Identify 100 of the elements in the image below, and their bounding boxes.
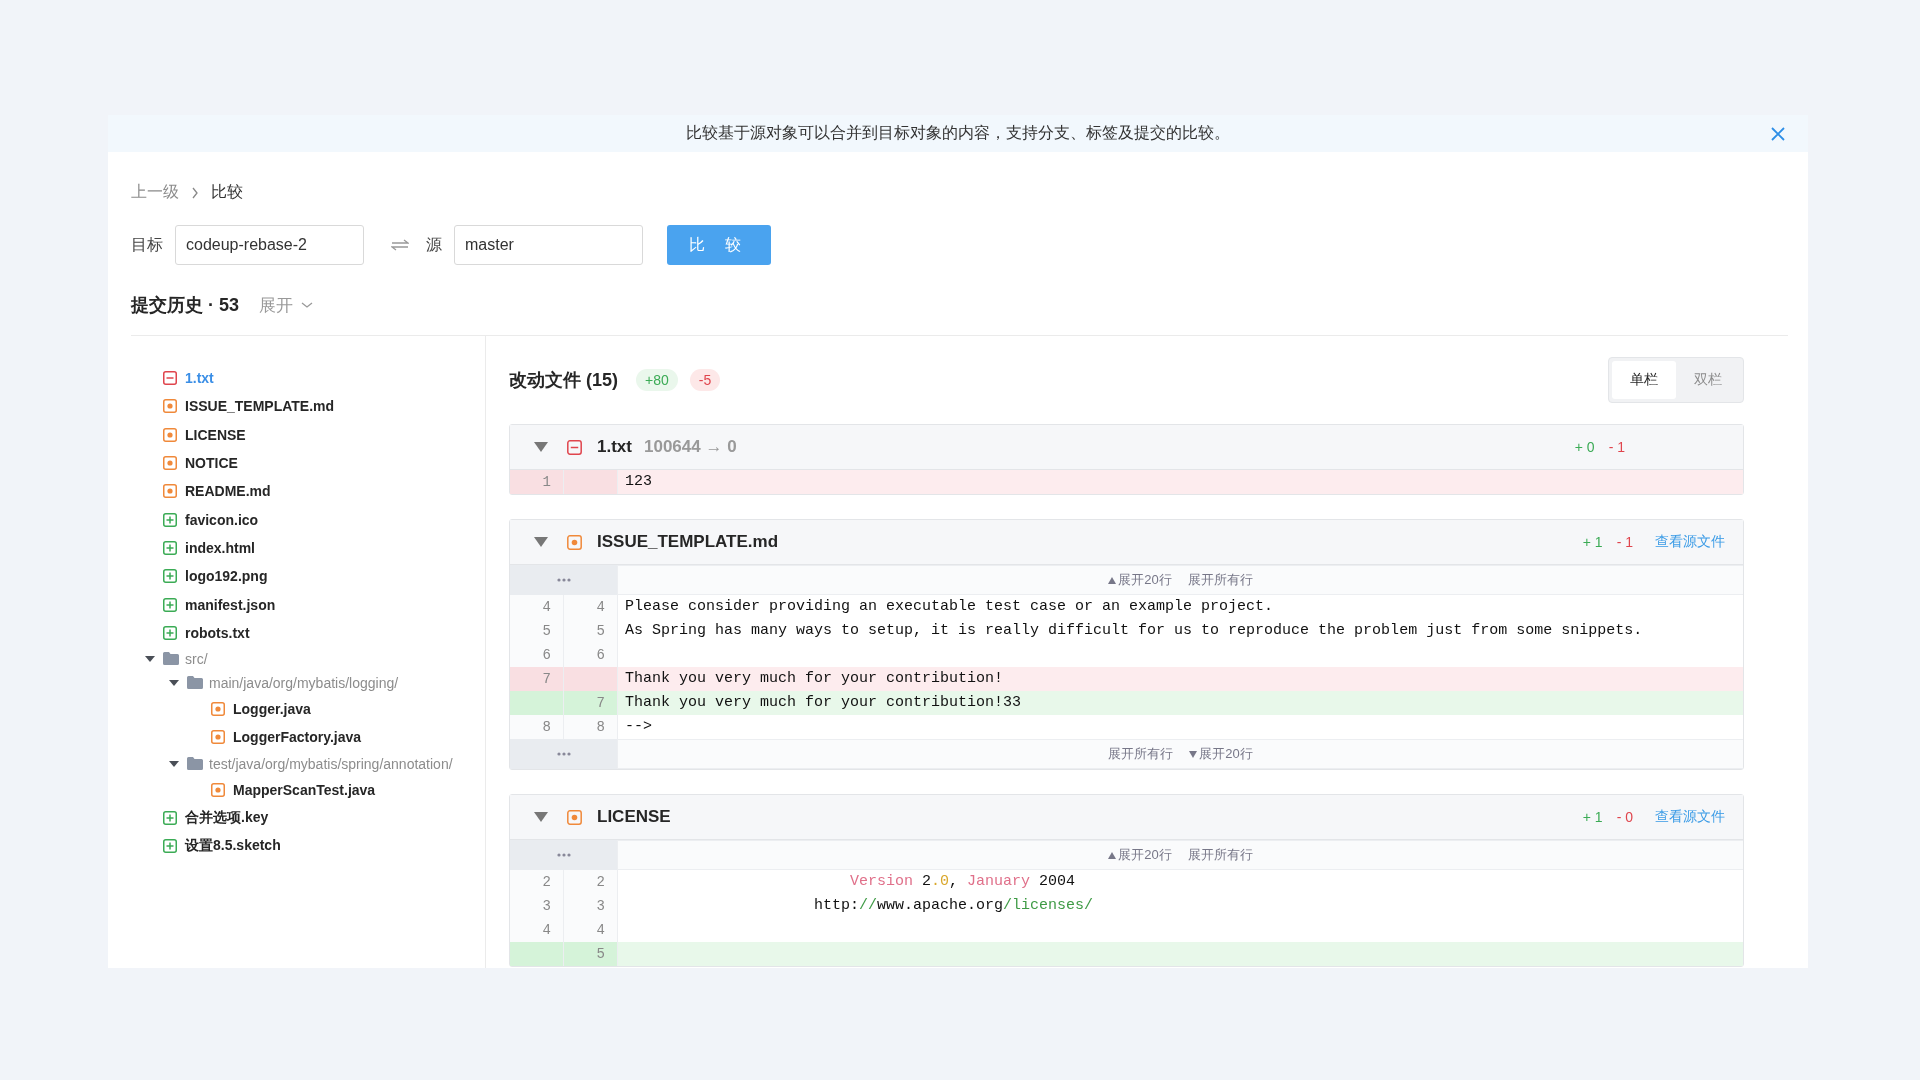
dot-square-icon: [163, 427, 177, 442]
view-mode-tab[interactable]: 单栏: [1612, 361, 1676, 399]
line-number: 4: [564, 918, 618, 942]
file-name[interactable]: favicon.ico: [185, 511, 259, 528]
plus-square-icon: [163, 597, 177, 612]
file-name[interactable]: index.html: [185, 539, 255, 556]
dot-square-icon: [163, 456, 177, 471]
removed-count: -5: [689, 369, 721, 391]
triangle-icon: [1189, 750, 1198, 758]
file-name[interactable]: 合并选项.key: [185, 809, 269, 827]
info-text: 比较基于源对象可以合并到目标对象的内容，支持分支、标签及提交的比较。: [686, 123, 1230, 143]
minus-square-icon: [163, 371, 177, 386]
file-name[interactable]: MapperScanTest.java: [233, 781, 376, 798]
file-name[interactable]: LICENSE: [185, 426, 246, 443]
line-number: 7: [564, 691, 618, 715]
dot-square-icon: [163, 484, 177, 499]
line-number: 4: [510, 918, 564, 942]
line-number: 4: [564, 595, 618, 619]
folder-icon: [163, 652, 179, 666]
file-name[interactable]: ISSUE_TEMPLATE.md: [185, 398, 335, 415]
plus-square-icon: [163, 625, 177, 640]
chevron-right-icon: [191, 186, 199, 199]
file-name[interactable]: Logger.java: [233, 701, 311, 718]
line-number: 8: [510, 715, 564, 739]
more-icon[interactable]: [556, 752, 571, 756]
plus-square-icon: [163, 540, 177, 555]
file-name[interactable]: LoggerFactory.java: [233, 729, 362, 746]
added-count: +80: [636, 369, 678, 391]
changes-title: 改动文件 (15): [509, 369, 618, 392]
added-lines: + 0: [1574, 439, 1595, 455]
dot-square-icon: [567, 534, 582, 550]
folder-icon: [187, 676, 203, 690]
folder-name[interactable]: main/java/org/mybatis/logging/: [209, 674, 399, 691]
caret-icon[interactable]: [169, 678, 179, 687]
source-label: 源: [426, 234, 442, 255]
minus-square-icon: [567, 439, 582, 455]
file-title: LICENSE: [597, 807, 671, 827]
line-number: 3: [564, 894, 618, 918]
code-line: Version 2.0, January 2004: [849, 872, 1077, 892]
expand-lines-button[interactable]: 展开所有行: [1108, 745, 1174, 763]
line-number: 5: [564, 942, 618, 966]
swap-icon[interactable]: [391, 238, 409, 252]
line-number: 1: [510, 470, 564, 494]
expand-lines-button[interactable]: 展开20行: [1189, 745, 1253, 763]
dot-square-icon: [163, 399, 177, 414]
added-lines: + 1: [1582, 534, 1603, 550]
plus-square-icon: [163, 839, 177, 854]
line-number: 6: [564, 643, 618, 667]
expand-lines-button[interactable]: 展开所有行: [1187, 846, 1253, 864]
file-name[interactable]: NOTICE: [185, 455, 238, 472]
dot-square-icon: [211, 702, 225, 717]
more-icon[interactable]: [556, 578, 571, 582]
added-lines: + 1: [1582, 809, 1603, 825]
file-title: ISSUE_TEMPLATE.md: [597, 532, 779, 552]
caret-icon[interactable]: [169, 759, 179, 768]
line-number: 3: [510, 894, 564, 918]
code-line: http://www.apache.org/licenses/: [813, 896, 1095, 916]
line-number: 4: [510, 595, 564, 619]
triangle-icon: [1108, 851, 1117, 859]
caret-icon[interactable]: [534, 537, 548, 547]
breadcrumb-current: 比较: [211, 182, 243, 202]
line-number: 7: [510, 667, 564, 691]
line-number: 5: [564, 619, 618, 643]
file-title: 1.txt: [597, 437, 632, 457]
removed-lines: - 1: [1608, 439, 1625, 455]
expand-lines-button[interactable]: 展开20行: [1108, 571, 1172, 589]
code-line: Please consider providing an executable test case or an example project.: [624, 597, 1275, 617]
file-name[interactable]: 设置8.5.sketch: [185, 837, 281, 856]
file-mode: 100644 → 0: [643, 437, 737, 457]
removed-lines: - 1: [1616, 534, 1633, 550]
dot-square-icon: [211, 782, 225, 797]
caret-icon[interactable]: [145, 654, 155, 663]
expand-lines-button[interactable]: 展开所有行: [1187, 571, 1253, 589]
source-field[interactable]: master: [454, 225, 643, 265]
folder-icon: [187, 757, 203, 771]
line-number: 8: [564, 715, 618, 739]
expand-lines-button[interactable]: 展开20行: [1108, 846, 1172, 864]
close-icon[interactable]: [1770, 126, 1786, 142]
plus-square-icon: [163, 512, 177, 527]
file-name[interactable]: logo192.png: [185, 568, 268, 585]
target-label: 目标: [131, 234, 163, 255]
triangle-icon: [1108, 576, 1117, 584]
target-field[interactable]: codeup-rebase-2: [175, 225, 364, 265]
line-number: 2: [510, 870, 564, 894]
file-name[interactable]: README.md: [185, 483, 271, 500]
folder-name[interactable]: test/java/org/mybatis/spring/annotation/: [209, 755, 453, 772]
line-number: 2: [564, 870, 618, 894]
dot-square-icon: [567, 809, 582, 825]
more-icon[interactable]: [556, 853, 571, 857]
chevron-down-icon: [301, 301, 314, 309]
removed-lines: - 0: [1616, 809, 1633, 825]
code-line: As Spring has many ways to setup, it is really difficult for us to reproduce the problem just from some snippets.: [624, 621, 1644, 641]
plus-square-icon: [163, 811, 177, 825]
breadcrumb-link[interactable]: 上一级: [131, 182, 179, 203]
caret-icon[interactable]: [534, 442, 548, 452]
line-number: 5: [510, 619, 564, 643]
code-line: -->: [624, 717, 653, 737]
caret-icon[interactable]: [534, 812, 548, 822]
file-name[interactable]: manifest.json: [185, 596, 276, 613]
file-name[interactable]: robots.txt: [185, 624, 250, 641]
